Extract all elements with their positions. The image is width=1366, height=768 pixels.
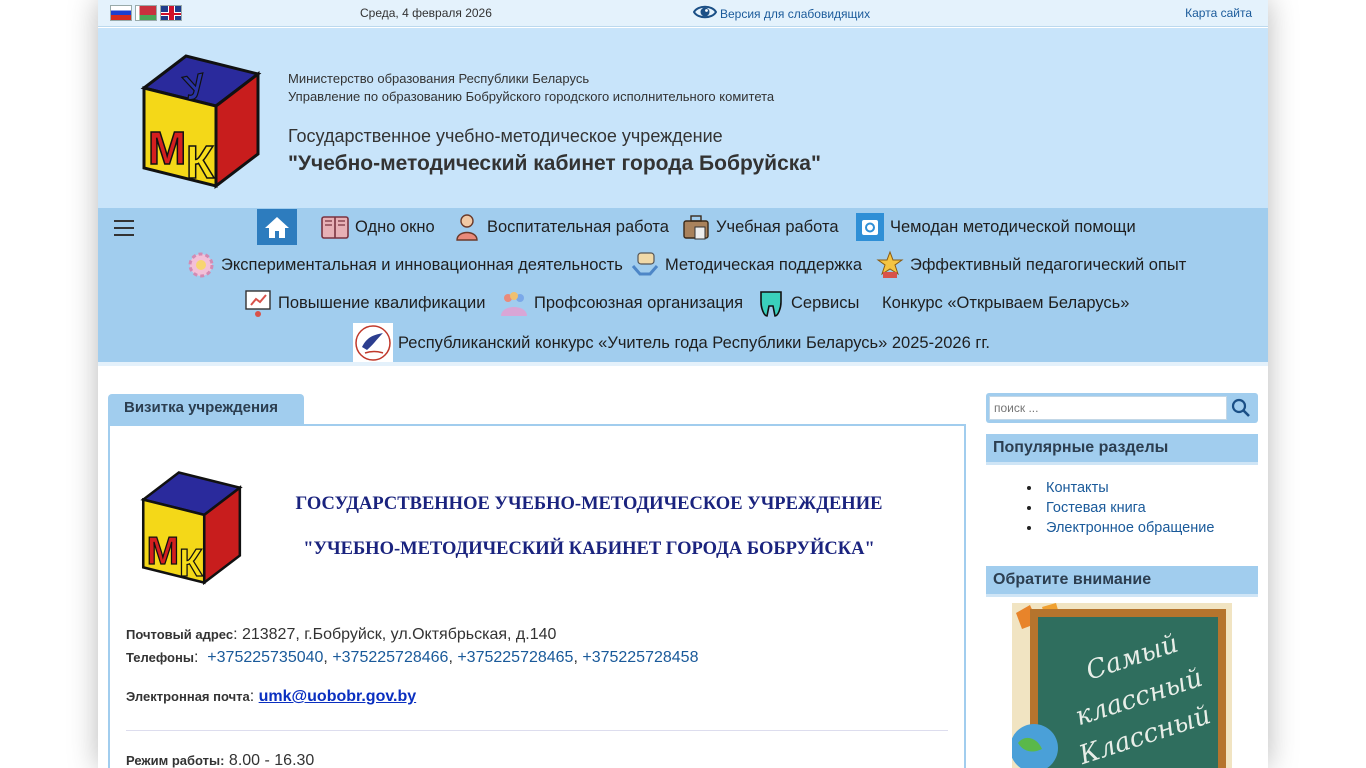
institution-type: Государственное учебно-методическое учре… — [288, 126, 723, 146]
nav-item-label: Экспериментальная и инновационная деятел… — [221, 255, 623, 274]
address-label: Почтовый адрес — [126, 627, 234, 642]
divider — [126, 730, 948, 731]
email-link[interactable]: umk@uobobr.gov.by — [259, 688, 417, 705]
nav-item-label: Повышение квалификации — [278, 293, 486, 312]
search-input[interactable] — [989, 396, 1227, 420]
email-label: Электронная почта — [126, 689, 250, 704]
nav-item-method-support[interactable]: Методическая поддержка — [630, 248, 862, 282]
flag-en-icon[interactable] — [160, 5, 182, 21]
nav-item-method-suitcase[interactable]: Чемодан методической помощи — [855, 210, 1136, 244]
nav-item-label: Одно окно — [355, 217, 435, 236]
nav-item-one-window[interactable]: Одно окно — [320, 210, 435, 244]
language-switcher — [110, 5, 182, 21]
nav-item-qualification[interactable]: Повышение квалификации — [243, 286, 485, 320]
address-value: : 213827, г.Бобруйск, ул.Октябрьская, д.… — [233, 626, 557, 643]
search-box — [986, 393, 1258, 423]
email-row: Электронная почта: umk@uobobr.gov.by — [126, 688, 417, 705]
chalkboard-image: Самый классный Классный — [1012, 603, 1232, 768]
briefcase-icon — [683, 215, 709, 240]
contacts-link[interactable]: Контакты — [1046, 480, 1109, 496]
emblem-icon — [353, 323, 393, 363]
tab-institution-card[interactable]: Визитка учреждения — [108, 394, 304, 425]
institution-name: "Учебно-методический кабинет города Бобр… — [288, 152, 821, 175]
work-hours: Режим работы: 8.00 - 16.30 — [126, 752, 314, 768]
postal-address: Почтовый адрес: 213827, г.Бобруйск, ул.О… — [126, 626, 556, 644]
class-contest-banner[interactable]: Самый классный Классный — [1012, 603, 1232, 768]
card-title-line2: "УЧЕБНО-МЕТОДИЧЕСКИЙ КАБИНЕТ ГОРОДА БОБР… — [303, 539, 875, 559]
phones: Телефоны: +375225735040, +375225728466, … — [126, 649, 699, 666]
nav-item-services[interactable]: Сервисы — [756, 286, 859, 320]
nav-item-open-belarus[interactable]: Конкурс «Открываем Беларусь» — [882, 286, 1129, 320]
main-navigation: Одно окно Воспитательная работа Учебная … — [98, 208, 1268, 363]
popular-sections-header: Популярные разделы — [986, 434, 1258, 465]
nav-item-teacher-of-year[interactable]: Республиканский конкурс «Учитель года Ре… — [353, 323, 990, 363]
nav-item-label: Конкурс «Открываем Беларусь» — [882, 293, 1130, 312]
list-item: Гостевая книга — [1042, 500, 1214, 516]
teacher-icon — [456, 214, 478, 241]
sitemap-link[interactable]: Карта сайта — [1185, 6, 1252, 20]
flag-by-icon[interactable] — [135, 5, 157, 21]
home-button[interactable] — [257, 209, 297, 245]
phones-label: Телефоны — [126, 650, 194, 665]
nav-item-label: Учебная работа — [716, 217, 839, 236]
gear-icon — [188, 252, 214, 278]
accessibility-link-label: Версия для слабовидящих — [720, 7, 871, 21]
svg-text:М: М — [148, 122, 186, 174]
menu-toggle-icon[interactable] — [114, 220, 134, 236]
home-icon — [265, 217, 289, 238]
list-item: Электронное обращение — [1042, 520, 1214, 536]
top-bar: Среда, 4 февраля 2026 Версия для слабови… — [98, 0, 1268, 27]
growth-icon — [245, 290, 271, 317]
site-header: М К У Министерство образования Республик… — [98, 28, 1268, 208]
support-icon — [631, 252, 659, 276]
popular-links: Контакты Гостевая книга Электронное обра… — [1042, 480, 1214, 540]
e-appeal-link[interactable]: Электронное обращение — [1046, 520, 1214, 536]
nav-divider — [98, 362, 1268, 366]
eye-icon — [693, 5, 717, 19]
book-icon — [321, 216, 349, 239]
phone-link[interactable]: +375225735040 — [207, 649, 323, 666]
people-icon — [501, 292, 527, 316]
guestbook-link[interactable]: Гостевая книга — [1046, 500, 1146, 516]
list-item: Контакты — [1042, 480, 1214, 496]
award-icon — [876, 250, 904, 278]
nav-item-label: Профсоюзная организация — [534, 293, 744, 312]
ministry-name: Министерство образования Республики Бела… — [288, 71, 590, 86]
umk-logo[interactable]: М К У — [126, 46, 270, 190]
search-icon[interactable] — [1230, 397, 1252, 419]
department-name: Управление по образованию Бобруйского го… — [288, 89, 775, 104]
accessibility-link[interactable]: Версия для слабовидящих — [693, 3, 870, 21]
hours-label: Режим работы: — [126, 753, 225, 768]
phone-link[interactable]: +375225728458 — [582, 649, 698, 666]
umk-logo-small: М К — [140, 471, 243, 585]
case-icon — [856, 213, 884, 241]
tooth-icon — [760, 291, 782, 317]
nav-item-label: Республиканский конкурс «Учитель года Ре… — [398, 333, 990, 352]
nav-item-innovation[interactable]: Экспериментальная и инновационная деятел… — [186, 248, 623, 282]
nav-item-label: Эффективный педагогический опыт — [910, 255, 1187, 274]
svg-text:К: К — [186, 136, 215, 188]
attention-header: Обратите внимание — [986, 566, 1258, 597]
nav-item-educational-work[interactable]: Воспитательная работа — [452, 210, 669, 244]
phone-link[interactable]: +375225728466 — [332, 649, 448, 666]
flag-ru-icon[interactable] — [110, 5, 132, 21]
institution-card: М К ГОСУДАРСТВЕННОЕ УЧЕБНО-МЕТОДИЧЕСКОЕ … — [108, 424, 966, 768]
nav-item-label: Методическая поддержка — [665, 255, 863, 274]
page-container: Среда, 4 февраля 2026 Версия для слабови… — [98, 0, 1268, 768]
phone-link[interactable]: +375225728465 — [457, 649, 573, 666]
nav-item-trade-union[interactable]: Профсоюзная организация — [499, 286, 743, 320]
nav-item-experience[interactable]: Эффективный педагогический опыт — [875, 248, 1186, 282]
nav-item-academic-work[interactable]: Учебная работа — [681, 210, 839, 244]
nav-item-label: Чемодан методической помощи — [890, 217, 1136, 236]
nav-item-label: Сервисы — [791, 293, 860, 312]
nav-item-label: Воспитательная работа — [487, 217, 669, 236]
card-title-line1: ГОСУДАРСТВЕННОЕ УЧЕБНО-МЕТОДИЧЕСКОЕ УЧРЕ… — [295, 494, 883, 514]
current-date: Среда, 4 февраля 2026 — [360, 6, 492, 20]
hours-value: 8.00 - 16.30 — [228, 752, 315, 768]
